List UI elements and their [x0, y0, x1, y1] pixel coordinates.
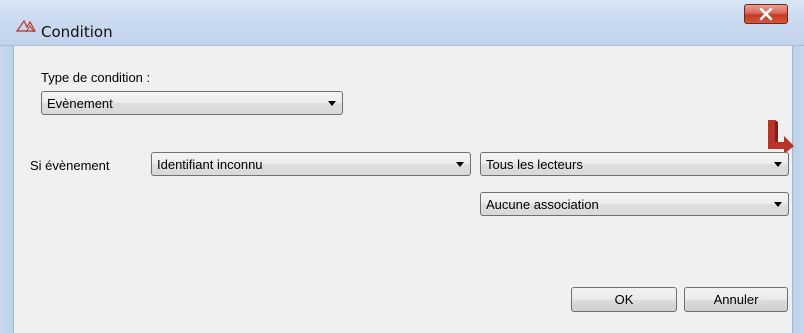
cancel-button[interactable]: Annuler	[684, 287, 788, 312]
window-frame-left	[0, 46, 14, 333]
title-bar: Condition	[0, 0, 804, 46]
condition-type-value: Evènement	[47, 96, 113, 111]
dialog-content: Type de condition : Evènement Si évèneme…	[14, 46, 794, 333]
event-value: Identifiant inconnu	[157, 157, 263, 172]
association-select[interactable]: Aucune association	[480, 192, 789, 216]
chevron-down-icon	[774, 202, 782, 207]
condition-type-label: Type de condition :	[41, 70, 151, 85]
reader-select[interactable]: Tous les lecteurs	[480, 152, 789, 176]
close-button[interactable]	[744, 4, 788, 24]
condition-dialog: Condition Type de condition : Evènement …	[0, 0, 804, 333]
reader-value: Tous les lecteurs	[486, 157, 583, 172]
chevron-down-icon	[456, 162, 464, 167]
ok-button[interactable]: OK	[571, 287, 677, 312]
chevron-down-icon	[774, 162, 782, 167]
event-select[interactable]: Identifiant inconnu	[151, 152, 471, 176]
event-label: Si évènement	[30, 158, 110, 173]
window-frame-right	[792, 46, 804, 333]
window-title: Condition	[41, 23, 113, 41]
chevron-down-icon	[328, 101, 336, 106]
arrow-logo-icon	[768, 120, 794, 154]
condition-icon	[16, 19, 36, 33]
association-value: Aucune association	[486, 197, 599, 212]
close-icon	[759, 7, 773, 21]
condition-type-select[interactable]: Evènement	[41, 91, 343, 115]
